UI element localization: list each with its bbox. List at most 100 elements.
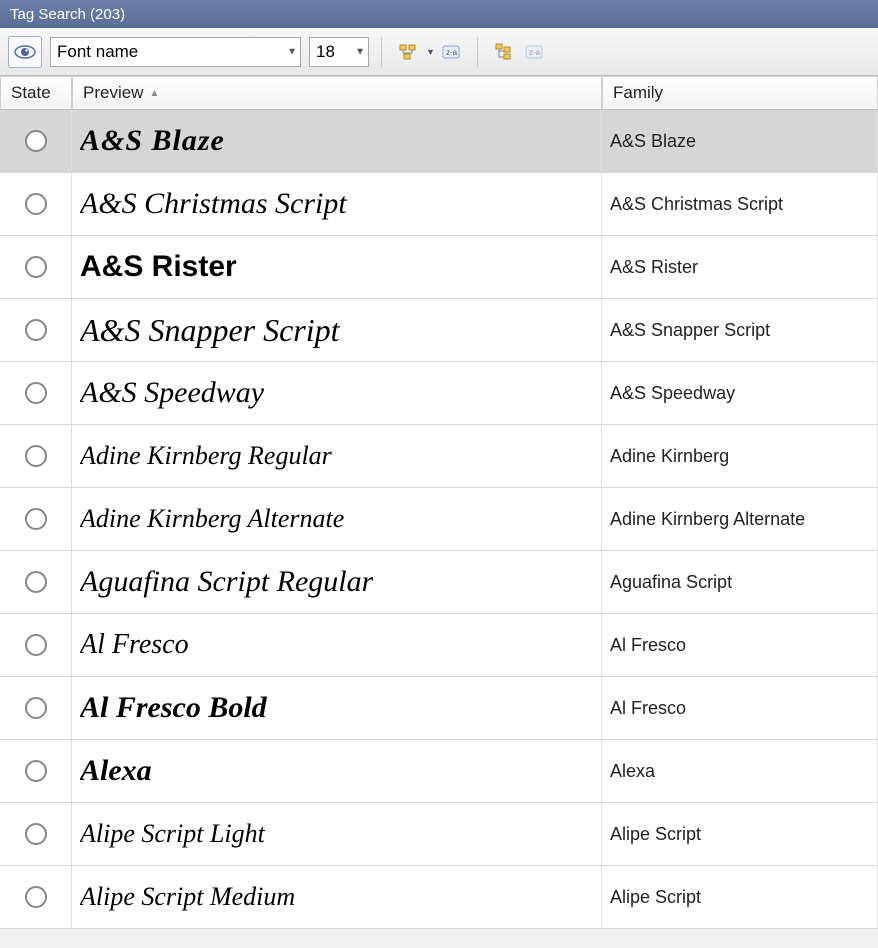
preview-cell: A&S Rister [72, 236, 602, 298]
font-preview-text: Adine Kirnberg Alternate [80, 504, 344, 534]
window-titlebar: Tag Search (203) [0, 0, 878, 28]
state-radio[interactable] [25, 508, 47, 530]
state-cell [0, 110, 72, 172]
family-cell: A&S Christmas Script [602, 173, 878, 235]
table-row[interactable]: A&S Snapper Script A&S Snapper Script [0, 299, 878, 362]
expand-tools: z-a [490, 38, 548, 66]
state-radio[interactable] [25, 886, 47, 908]
font-family-name: Al Fresco [610, 698, 686, 719]
preview-cell: A&S Christmas Script [72, 173, 602, 235]
font-preview-text: Alipe Script Medium [80, 882, 295, 912]
font-list: A&S BlazeA&S BlazeA&S Christmas ScriptA&… [0, 110, 878, 929]
font-family-name: Alexa [610, 761, 655, 782]
font-family-name: Alipe Script [610, 887, 701, 908]
state-radio[interactable] [25, 382, 47, 404]
state-radio[interactable] [25, 445, 47, 467]
table-row[interactable]: Adine Kirnberg Alternate Adine Kirnberg A… [0, 488, 878, 551]
font-preview-text: Al Fresco Bold [80, 691, 267, 725]
preview-cell: Al Fresco Bold [72, 677, 602, 739]
font-family-name: A&S Christmas Script [610, 194, 783, 215]
table-row[interactable]: A&S Speedway A&S Speedway [0, 362, 878, 425]
table-row[interactable]: Alexa Alexa [0, 740, 878, 803]
state-cell [0, 551, 72, 613]
sort-az-icon: z-a [442, 45, 460, 59]
table-row[interactable]: Alipe Script LightAlipe Script [0, 803, 878, 866]
family-cell: Alipe Script [602, 803, 878, 865]
state-radio[interactable] [25, 571, 47, 593]
family-cell: A&S Speedway [602, 362, 878, 424]
table-row[interactable]: Al Fresco Bold Al Fresco [0, 677, 878, 740]
collapse-sort-button[interactable]: z-a [520, 38, 548, 66]
state-radio[interactable] [25, 634, 47, 656]
family-cell: Alexa [602, 740, 878, 802]
state-radio[interactable] [25, 193, 47, 215]
svg-text:z-a: z-a [446, 48, 458, 57]
column-header-label: State [11, 83, 51, 103]
svg-text:z-a: z-a [529, 48, 541, 57]
family-cell: Adine Kirnberg Alternate [602, 488, 878, 550]
chevron-down-icon: ▼ [426, 47, 435, 57]
table-row[interactable]: A&S Christmas Script A&S Christmas Script [0, 173, 878, 236]
table-row[interactable]: Al Fresco Al Fresco [0, 614, 878, 677]
toolbar-separator [381, 37, 382, 67]
tree-icon [399, 43, 417, 61]
table-row[interactable]: Aguafina Script RegularAguafina Script [0, 551, 878, 614]
column-header-preview[interactable]: Preview ▲ [72, 76, 602, 109]
font-family-name: Aguafina Script [610, 572, 732, 593]
family-cell: A&S Blaze [602, 110, 878, 172]
font-preview-text: Al Fresco [80, 629, 189, 661]
sort-az-button[interactable]: z-a [437, 38, 465, 66]
font-size-combobox[interactable] [309, 37, 369, 67]
state-cell [0, 362, 72, 424]
sort-za-icon: z-a [525, 45, 543, 59]
font-family-name: A&S Rister [610, 257, 698, 278]
preview-cell: Alexa [72, 740, 602, 802]
preview-cell: Adine Kirnberg Regular [72, 425, 602, 487]
family-cell: Adine Kirnberg [602, 425, 878, 487]
family-cell: A&S Snapper Script [602, 299, 878, 361]
preview-cell: A&S Speedway [72, 362, 602, 424]
font-family-name: Adine Kirnberg Alternate [610, 509, 805, 530]
column-header-family[interactable]: Family [602, 76, 878, 109]
expand-tree-icon [495, 43, 513, 61]
state-cell [0, 803, 72, 865]
state-radio[interactable] [25, 823, 47, 845]
family-cell: A&S Rister [602, 236, 878, 298]
group-by-button[interactable] [394, 38, 422, 66]
table-row[interactable]: Alipe Script Medium Alipe Script [0, 866, 878, 929]
state-radio[interactable] [25, 319, 47, 341]
font-name-combobox[interactable] [50, 37, 301, 67]
font-preview-text: Adine Kirnberg Regular [80, 441, 332, 471]
font-family-name: A&S Blaze [610, 131, 696, 152]
state-cell [0, 236, 72, 298]
state-radio[interactable] [25, 760, 47, 782]
state-radio[interactable] [25, 697, 47, 719]
table-row[interactable]: Adine Kirnberg Regular Adine Kirnberg [0, 425, 878, 488]
font-family-name: Alipe Script [610, 824, 701, 845]
font-family-name: Al Fresco [610, 635, 686, 656]
state-radio[interactable] [25, 256, 47, 278]
font-preview-text: A&S Christmas Script [80, 187, 347, 221]
family-cell: Alipe Script [602, 866, 878, 928]
preview-toggle-button[interactable] [8, 36, 42, 68]
font-family-name: A&S Snapper Script [610, 320, 770, 341]
family-cell: Al Fresco [602, 614, 878, 676]
column-header-label: Family [613, 83, 663, 103]
table-row[interactable]: A&S Rister A&S Rister [0, 236, 878, 299]
preview-cell: Adine Kirnberg Alternate [72, 488, 602, 550]
table-header: State Preview ▲ Family [0, 76, 878, 110]
column-header-state[interactable]: State [0, 76, 72, 109]
state-cell [0, 677, 72, 739]
expand-all-button[interactable] [490, 38, 518, 66]
eye-icon [14, 45, 36, 59]
window-title: Tag Search (203) [10, 6, 125, 23]
font-family-name: A&S Speedway [610, 383, 735, 404]
state-cell [0, 173, 72, 235]
group-tools: ▼ z-a [394, 38, 465, 66]
state-radio[interactable] [25, 130, 47, 152]
preview-cell: Alipe Script Medium [72, 866, 602, 928]
font-preview-text: A&S Snapper Script [80, 312, 340, 349]
table-row[interactable]: A&S BlazeA&S Blaze [0, 110, 878, 173]
font-preview-text: A&S Rister [80, 250, 237, 284]
preview-cell: Al Fresco [72, 614, 602, 676]
